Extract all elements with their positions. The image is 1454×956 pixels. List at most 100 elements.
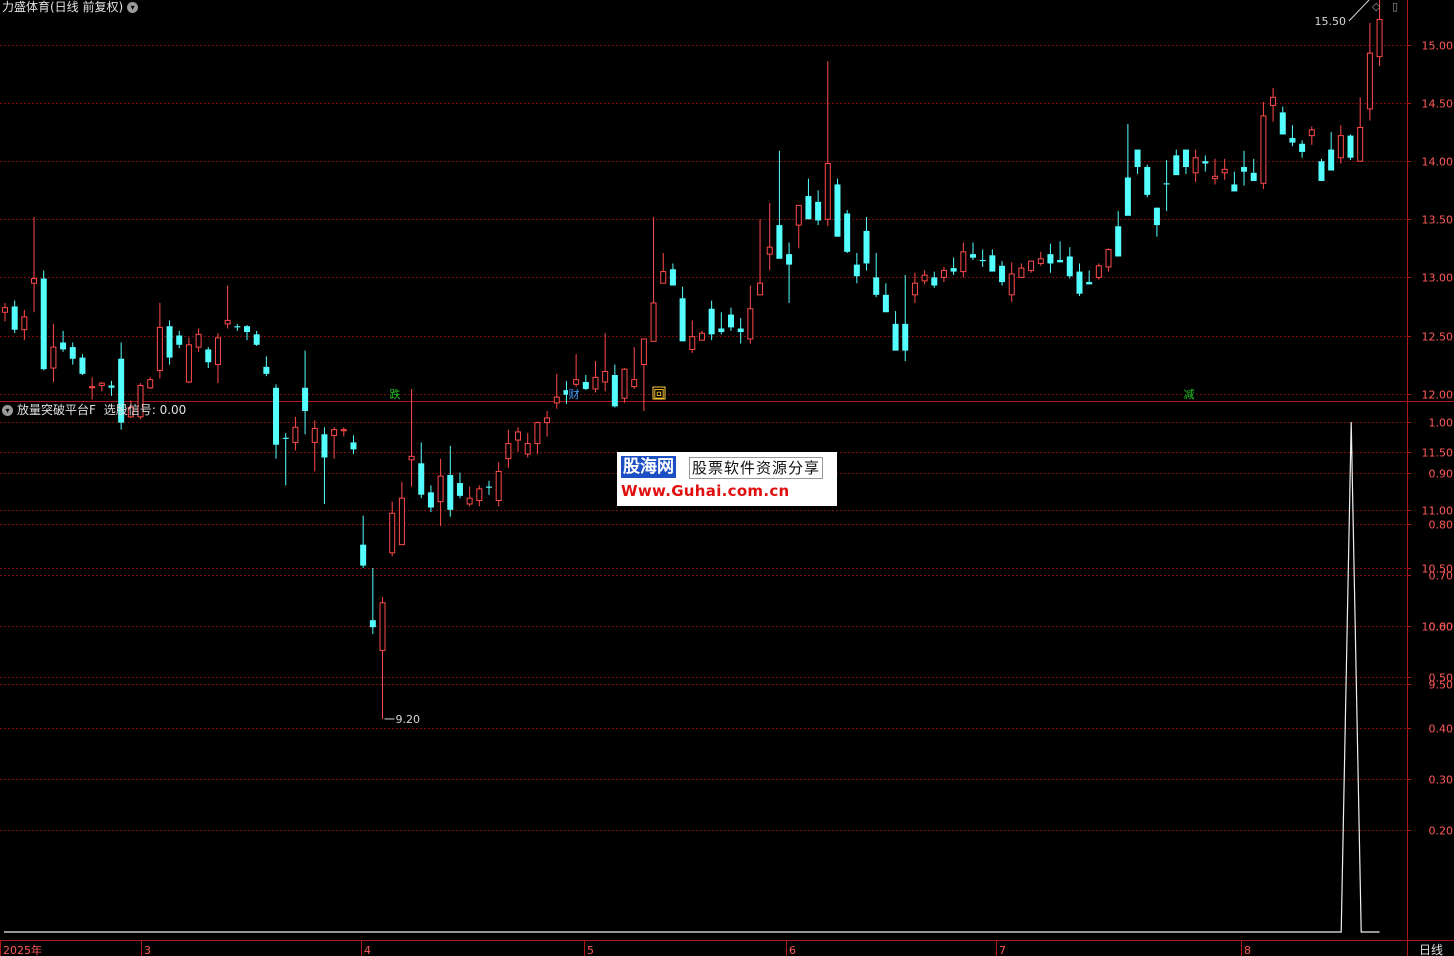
candle-down — [1328, 132, 1335, 171]
candle-body — [1202, 161, 1209, 164]
candle-body — [292, 426, 299, 443]
high-price-label: 15.50 — [1315, 15, 1347, 28]
candle-body — [1260, 115, 1267, 184]
candle-body — [466, 497, 473, 505]
candle-body — [1357, 127, 1364, 162]
time-axis-label: 5 — [587, 944, 594, 956]
candle-up — [795, 204, 802, 249]
candle-down — [1153, 207, 1160, 237]
candle-body — [253, 334, 260, 345]
candle-body — [1250, 172, 1257, 181]
candle-down — [1173, 149, 1180, 176]
candle-body — [1066, 256, 1073, 277]
candle-down — [718, 312, 725, 335]
candle-down — [369, 567, 376, 635]
time-axis-label: 7 — [999, 944, 1006, 956]
candle-up — [631, 347, 638, 389]
candle-body — [11, 306, 18, 330]
candle-down — [60, 330, 67, 352]
candle-body — [50, 346, 57, 369]
event-marker: 跌 — [389, 387, 401, 401]
candle-down — [447, 445, 454, 517]
candle-up — [1105, 248, 1112, 272]
candle-body — [1037, 258, 1044, 264]
candle-body — [863, 230, 870, 264]
indicator-name: 放量突破平台F — [17, 403, 96, 417]
candle-down — [244, 325, 250, 341]
time-axis-label: 3 — [144, 944, 151, 956]
candle-up — [621, 368, 628, 403]
candle-body — [244, 326, 250, 333]
candle-down — [1124, 124, 1131, 216]
diamond-icon[interactable]: ◇ — [1372, 0, 1380, 13]
candle-body — [1212, 175, 1218, 180]
candle-body — [960, 251, 967, 273]
candle-body — [340, 429, 347, 432]
chevron-down-icon[interactable]: ▾ — [127, 2, 139, 13]
candle-body — [708, 308, 715, 335]
candle-body — [273, 387, 280, 445]
candle-body — [989, 255, 996, 272]
candle-body — [698, 332, 705, 341]
candle-down — [253, 330, 260, 346]
candle-down — [1299, 140, 1306, 158]
candle-down — [1115, 211, 1122, 257]
candle-body — [766, 246, 773, 255]
candle-up — [1192, 149, 1199, 183]
candle-body — [689, 336, 696, 350]
candle-down — [950, 257, 957, 276]
candle-down — [582, 375, 589, 391]
candle-up — [292, 416, 299, 451]
watermark-url: Www.Guhai.com.cn — [621, 482, 790, 500]
candle-body — [147, 379, 154, 389]
candle-down — [979, 249, 986, 267]
candle-up — [1366, 22, 1373, 121]
candle-down — [1347, 134, 1354, 161]
candle-body — [311, 427, 318, 443]
candle-up — [466, 486, 473, 507]
candle-body — [321, 434, 328, 458]
chevron-down-icon[interactable]: ▾ — [2, 405, 13, 416]
indicator-tick-label: 0.50 — [1429, 672, 1454, 685]
candle-up — [640, 338, 647, 412]
candle-body — [1241, 167, 1248, 172]
candle-body — [408, 455, 415, 461]
candle-up — [185, 337, 192, 384]
time-axis-label: 8 — [1244, 944, 1251, 956]
candle-down — [360, 515, 367, 568]
candle-up — [544, 411, 551, 437]
candle-body — [621, 368, 628, 399]
candle-body — [1221, 168, 1228, 174]
price-tick-label: 12.00 — [1422, 389, 1454, 402]
candle-down — [863, 216, 870, 271]
candle-up — [1308, 126, 1315, 145]
window-icon[interactable]: ▯ — [1392, 0, 1398, 13]
candle-up — [89, 377, 96, 400]
price-tick-label: 13.50 — [1422, 214, 1454, 227]
candle-body — [185, 344, 192, 383]
stock-title-text: 力盛体育(日线 前复权) — [2, 0, 124, 14]
candle-up — [224, 285, 231, 329]
indicator-tick-label: 0.30 — [1429, 774, 1454, 787]
candle-up — [1357, 97, 1364, 162]
candle-up — [195, 328, 202, 352]
candle-down — [970, 242, 976, 260]
candle-body — [1366, 52, 1373, 110]
indicator-tick-label: 1.00 — [1429, 417, 1454, 430]
candle-body — [486, 486, 492, 488]
candle-body — [331, 429, 338, 436]
price-tick-label: 11.50 — [1422, 447, 1454, 460]
candle-body — [156, 326, 163, 371]
time-axis-label: 4 — [364, 944, 371, 956]
candle-down — [611, 364, 618, 408]
candle-up — [214, 333, 221, 384]
time-axis-label: 2025年 — [3, 943, 42, 956]
candle-body — [834, 184, 841, 237]
candle-down — [679, 286, 686, 342]
candle-body — [195, 333, 202, 348]
candle-up — [602, 333, 609, 392]
candle-down — [1202, 155, 1209, 172]
watermark-brand: 股海网 — [621, 456, 676, 478]
period-label: 日线 — [1419, 943, 1443, 956]
candle-up — [505, 429, 512, 468]
